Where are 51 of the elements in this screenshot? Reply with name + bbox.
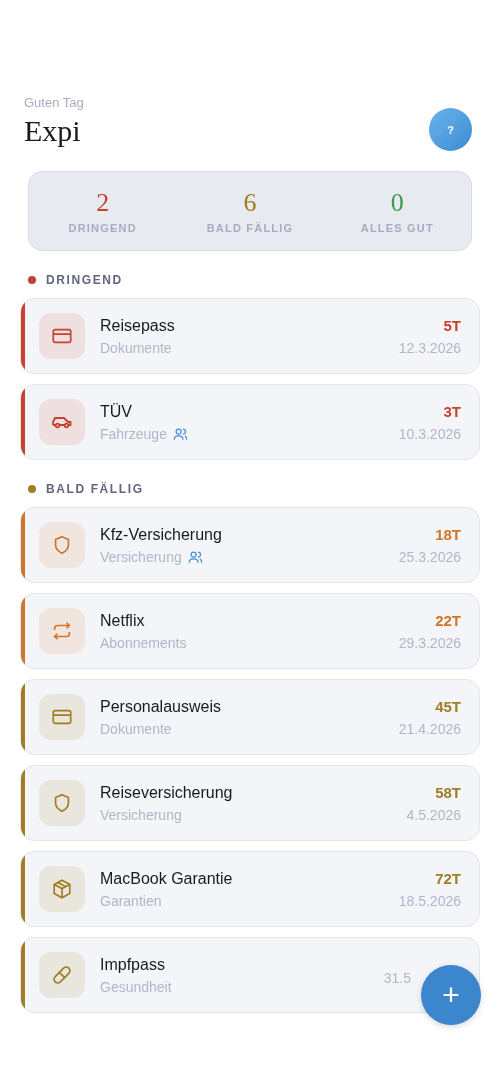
item-category: Versicherung	[100, 548, 182, 565]
item-card[interactable]: TÜV Fahrzeuge 3T 10.3.2026	[20, 384, 480, 460]
item-category: Dokumente	[100, 720, 172, 737]
item-name: Reiseversicherung	[100, 783, 234, 802]
days-left: 45T	[434, 697, 461, 715]
due-date: 21.4.2026	[398, 720, 461, 737]
days-left: 58T	[434, 783, 461, 801]
repeat-icon	[51, 620, 73, 642]
item-category: Fahrzeuge	[100, 425, 167, 442]
due-date: 25.3.2026	[398, 548, 461, 565]
stat-label: ALLES GUT	[359, 222, 435, 234]
greeting: Guten Tag	[24, 95, 84, 110]
stat-count: 6	[242, 188, 258, 218]
item-category: Abonnements	[100, 634, 187, 651]
item-card[interactable]: Personalausweis Dokumente 45T 21.4.2026	[20, 679, 480, 755]
due-date: 10.3.2026	[398, 425, 461, 442]
item-name: Impfpass	[100, 955, 166, 974]
item-name: MacBook Garantie	[100, 869, 234, 888]
stat-label: DRINGEND	[67, 222, 138, 234]
stat-count: 0	[389, 188, 405, 218]
days-left: 18T	[434, 525, 461, 543]
item-category: Dokumente	[100, 339, 172, 356]
item-category: Gesundheit	[100, 978, 172, 995]
stat-count: 2	[95, 188, 111, 218]
due-date: 12.3.2026	[398, 339, 461, 356]
item-name: Reisepass	[100, 316, 176, 335]
item-category: Versicherung	[100, 806, 182, 823]
days-left: 5T	[442, 316, 461, 334]
item-card[interactable]: Netflix Abonnements 22T 29.3.2026	[20, 593, 480, 669]
app-title: Expi	[24, 114, 82, 148]
item-name: Netflix	[100, 611, 146, 630]
due-date: 31.5	[383, 970, 411, 986]
box-icon	[51, 878, 73, 900]
item-card[interactable]: Kfz-Versicherung Versicherung 18T 25.3.2026	[20, 507, 480, 583]
days-left: 22T	[434, 611, 461, 629]
due-date: 4.5.2026	[406, 806, 461, 823]
pill-icon	[51, 964, 73, 986]
due-date: 29.3.2026	[398, 634, 461, 651]
due-date: 18.5.2026	[398, 892, 461, 909]
item-name: TÜV	[100, 402, 133, 421]
item-name: Personalausweis	[100, 697, 222, 716]
section-heading: DRINGEND	[46, 273, 123, 287]
days-left: 72T	[434, 869, 461, 887]
item-name: Kfz-Versicherung	[100, 525, 223, 544]
days-left: 3T	[442, 402, 461, 420]
section-heading: BALD FÄLLIG	[46, 482, 144, 496]
stat-label: BALD FÄLLIG	[205, 222, 295, 234]
item-card[interactable]: Reiseversicherung Versicherung 58T 4.5.2026	[20, 765, 480, 841]
item-card[interactable]: Reisepass Dokumente 5T 12.3.2026	[20, 298, 480, 374]
item-card[interactable]: MacBook Garantie Garantien 72T 18.5.2026	[20, 851, 480, 927]
item-category: Garantien	[100, 892, 162, 909]
